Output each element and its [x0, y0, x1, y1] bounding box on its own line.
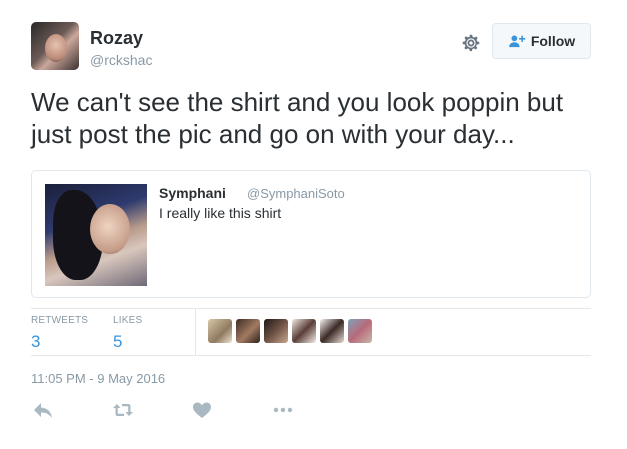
tweet-actions [31, 400, 331, 422]
author-handle[interactable]: @rckshac [90, 52, 152, 68]
tweet-header: Rozay @rckshac Follow [31, 22, 591, 72]
liker-avatar[interactable] [236, 319, 260, 343]
liker-avatar[interactable] [292, 319, 316, 343]
quoted-tweet[interactable]: Symphani @SymphaniSoto I really like thi… [31, 170, 591, 298]
follow-label: Follow [530, 33, 576, 49]
author-name[interactable]: Rozay [90, 28, 143, 49]
liker-avatars [208, 319, 372, 343]
like-icon[interactable] [191, 400, 213, 420]
retweet-icon[interactable] [112, 400, 134, 420]
liker-avatar[interactable] [348, 319, 372, 343]
quoted-author-handle: @SymphaniSoto [247, 186, 345, 201]
quoted-author-name: Symphani [159, 185, 226, 201]
follow-person-plus-icon [508, 35, 526, 48]
liker-avatar[interactable] [320, 319, 344, 343]
liker-avatar[interactable] [208, 319, 232, 343]
tweet-stats: RETWEETS 3 LIKES 5 [31, 309, 591, 355]
more-icon[interactable] [272, 400, 294, 420]
tweet-text: We can't see the shirt and you look popp… [31, 87, 564, 149]
retweets-label: RETWEETS [31, 315, 89, 326]
likes-label: LIKES [113, 315, 143, 326]
retweets-stat[interactable]: RETWEETS 3 [31, 309, 88, 352]
stats-separator [195, 309, 196, 355]
quoted-tweet-text: I really like this shirt [159, 205, 282, 221]
author-avatar[interactable] [31, 22, 79, 70]
quoted-tweet-image[interactable] [45, 184, 147, 286]
reply-icon[interactable] [32, 400, 54, 420]
tweet-timestamp[interactable]: 11:05 PM - 9 May 2016 [31, 371, 165, 386]
stats-bottom-divider [31, 355, 591, 356]
liker-avatar[interactable] [264, 319, 288, 343]
likes-count: 5 [113, 332, 123, 351]
retweets-count: 3 [31, 332, 41, 351]
gear-icon[interactable] [460, 32, 482, 54]
likes-stat[interactable]: LIKES 5 [113, 309, 142, 352]
follow-button[interactable]: Follow [492, 23, 591, 59]
